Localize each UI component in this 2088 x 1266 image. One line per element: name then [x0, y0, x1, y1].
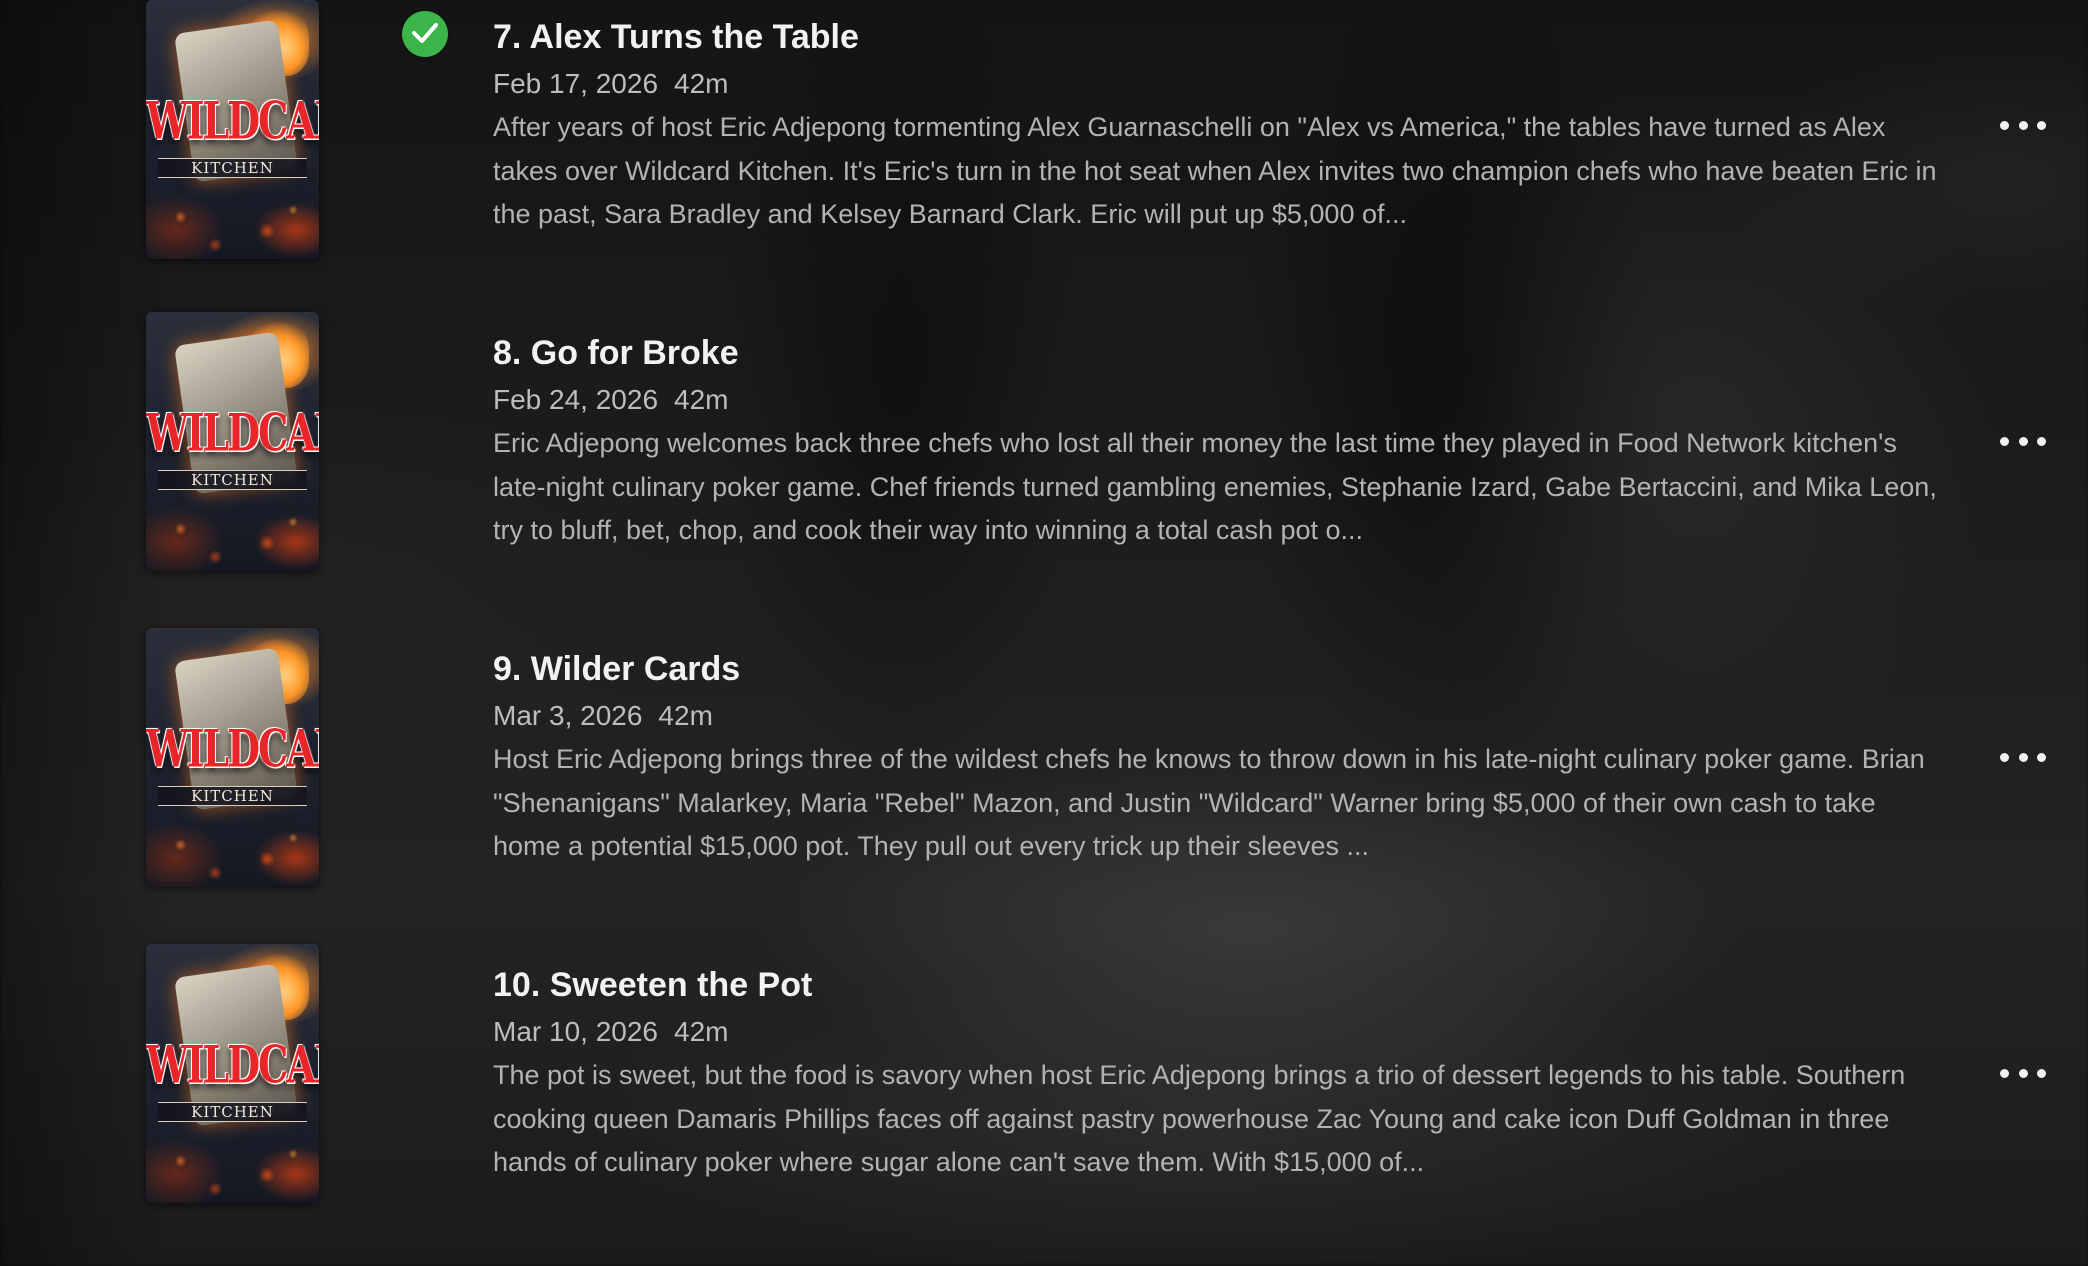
more-options-button[interactable]	[1998, 742, 2048, 772]
poster-logo-subtitle: KITCHEN	[158, 470, 307, 490]
more-dot	[2018, 1068, 2028, 1078]
more-options-button[interactable]	[1998, 1058, 2048, 1088]
more-dot	[2037, 120, 2046, 130]
episode-thumbnail[interactable]: WILDCARD KITCHEN	[146, 628, 319, 887]
episode-thumbnail[interactable]: WILDCARD KITCHEN	[146, 312, 319, 571]
episode-row[interactable]: WILDCARD KITCHEN 9. Wilder Cards Mar 3, …	[0, 626, 2088, 888]
episode-row[interactable]: WILDCARD KITCHEN 8. Go for Broke Feb 24,…	[0, 310, 2088, 572]
episode-runtime: 42m	[674, 1016, 729, 1047]
episode-title[interactable]: 8. Go for Broke	[493, 334, 739, 373]
more-dot	[2018, 752, 2028, 762]
episode-row[interactable]: WILDCARD KITCHEN 10. Sweeten the Pot Mar…	[0, 942, 2088, 1204]
episode-thumbnail[interactable]: WILDCARD KITCHEN	[146, 0, 319, 259]
more-dot	[2018, 436, 2028, 446]
more-dot	[2037, 1068, 2046, 1078]
poster-logo-word: WILDCARD	[146, 1034, 319, 1095]
episode-description: The pot is sweet, but the food is savory…	[493, 1060, 1906, 1177]
poster-logo-word: WILDCARD	[146, 402, 319, 463]
more-horizontal-icon	[2000, 752, 2009, 762]
more-horizontal-icon	[2000, 436, 2009, 446]
more-options-button[interactable]	[1998, 426, 2048, 456]
more-dot	[2037, 436, 2046, 446]
episode-description: After years of host Eric Adjepong tormen…	[493, 112, 1937, 229]
episode-meta: Mar 10, 2026 42m	[493, 1016, 728, 1048]
episode-title[interactable]: 10. Sweeten the Pot	[493, 966, 812, 1005]
poster-logo-subtitle: KITCHEN	[158, 786, 307, 806]
episode-date: Feb 17, 2026	[493, 68, 659, 99]
embers-graphic	[146, 1133, 319, 1203]
episode-runtime: 42m	[674, 384, 729, 415]
poster-logo-subtitle: KITCHEN	[158, 1102, 307, 1122]
check-circle-icon	[402, 11, 448, 57]
episode-meta: Feb 17, 2026 42m	[493, 68, 729, 100]
episode-meta: Mar 3, 2026 42m	[493, 700, 713, 732]
embers-graphic	[146, 817, 319, 887]
episode-title[interactable]: 7. Alex Turns the Table	[493, 18, 859, 57]
more-horizontal-icon	[2000, 1068, 2009, 1078]
episode-date: Mar 10, 2026	[493, 1016, 658, 1047]
more-dot	[2018, 120, 2028, 130]
episode-date: Mar 3, 2026	[493, 700, 643, 731]
embers-graphic	[146, 189, 319, 259]
more-horizontal-icon	[2000, 120, 2009, 130]
episode-runtime: 42m	[674, 68, 729, 99]
poster-logo-word: WILDCARD	[146, 718, 319, 779]
episode-description: Host Eric Adjepong brings three of the w…	[493, 744, 1925, 861]
episode-description: Eric Adjepong welcomes back three chefs …	[493, 428, 1937, 545]
episode-meta: Feb 24, 2026 42m	[493, 384, 729, 416]
more-options-button[interactable]	[1998, 110, 2048, 140]
poster-logo-word: WILDCARD	[146, 90, 319, 151]
episode-row[interactable]: WILDCARD KITCHEN 7. Alex Turns the Table…	[0, 0, 2088, 259]
episode-thumbnail[interactable]: WILDCARD KITCHEN	[146, 944, 319, 1203]
more-dot	[2037, 752, 2046, 762]
episode-date: Feb 24, 2026	[493, 384, 659, 415]
poster-logo-subtitle: KITCHEN	[158, 158, 307, 178]
embers-graphic	[146, 501, 319, 571]
episode-runtime: 42m	[658, 700, 713, 731]
episode-title[interactable]: 9. Wilder Cards	[493, 650, 740, 689]
